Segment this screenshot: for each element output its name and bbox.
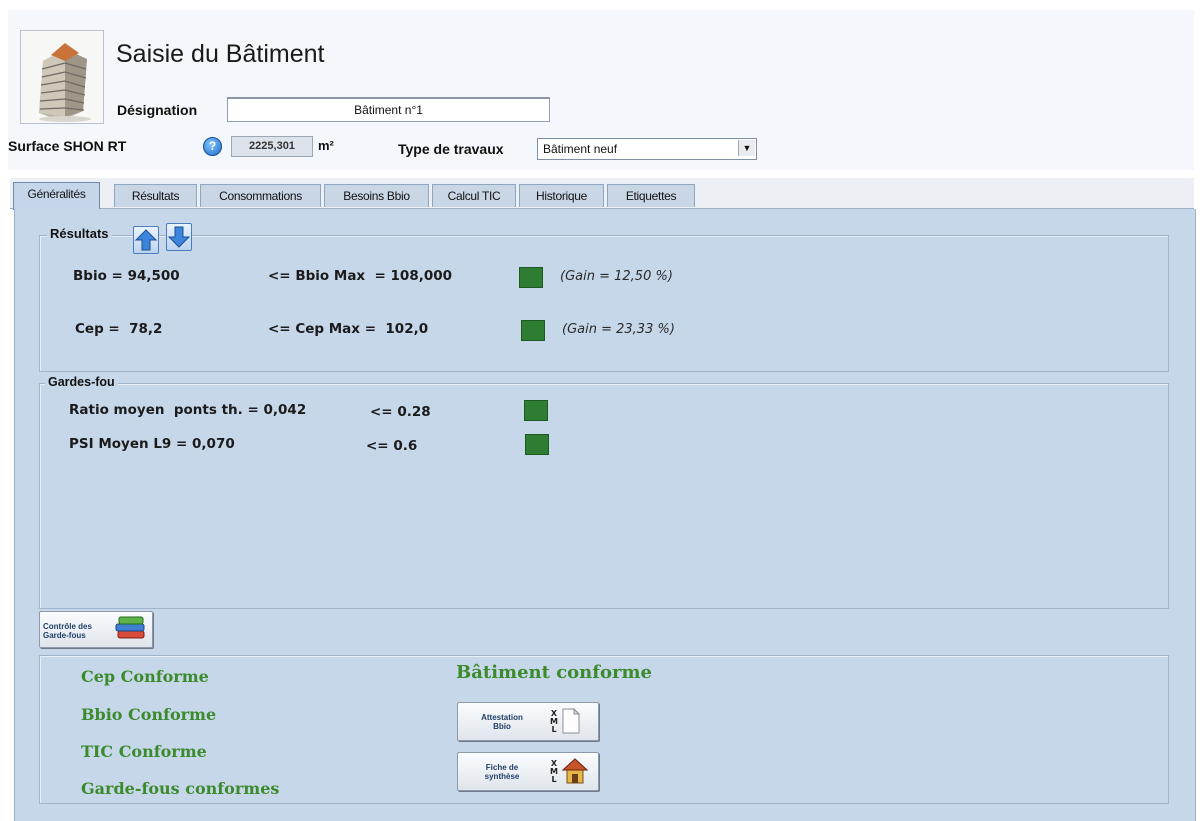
gardes-fous-conformes: Garde-fous conformes (81, 779, 280, 798)
xml-document-icon (562, 708, 581, 734)
controle-label-line2: Garde-fous (43, 631, 86, 640)
building-icon (20, 30, 104, 124)
fiche-label-line2: synthèse (484, 772, 520, 781)
batiment-conforme: Bâtiment conforme (456, 662, 652, 683)
surface-label: Surface SHON RT (8, 138, 127, 154)
fiche-synthese-button[interactable]: Fiche de synthèse X M L (457, 752, 599, 791)
xml-letter: L (551, 725, 557, 734)
help-icon[interactable]: ? (203, 137, 222, 156)
cep-conforme: Cep Conforme (81, 667, 209, 686)
cep-max: <= Cep Max = 102,0 (268, 321, 429, 337)
bbio-max: <= Bbio Max = 108,000 (268, 268, 453, 284)
controle-gardes-fous-button[interactable]: Contrôle des Garde-fous (39, 611, 153, 648)
tab-calcul-tic[interactable]: Calcul TIC (432, 184, 516, 207)
tab-besoins-bbio[interactable]: Besoins Bbio (324, 184, 429, 207)
ratio-ponts-limit: <= 0.28 (370, 404, 431, 420)
tab-etiquettes[interactable]: Etiquettes (607, 184, 695, 207)
cep-gain: (Gain = 23,33 %) (562, 322, 675, 337)
bbio-value: Bbio = 94,500 (73, 268, 180, 284)
type-travaux-select[interactable]: Bâtiment neuf ▼ (537, 138, 757, 160)
attestation-label-line1: Attestation (481, 713, 523, 722)
gardes-fou-title: Gardes-fou (45, 375, 118, 389)
cep-value: Cep = 78,2 (75, 321, 163, 337)
bbio-gain: (Gain = 12,50 %) (560, 269, 673, 284)
arrow-up-icon[interactable] (133, 226, 159, 254)
results-group (39, 235, 1169, 372)
tab-generalites[interactable]: Généralités (13, 182, 100, 210)
tab-resultats[interactable]: Résultats (114, 184, 197, 207)
bbio-status-indicator (519, 267, 543, 288)
house-icon (561, 758, 589, 784)
psi-moyen-value: PSI Moyen L9 = 0,070 (69, 436, 235, 452)
dropdown-arrow-icon[interactable]: ▼ (738, 140, 755, 156)
xml-letter: L (551, 775, 557, 784)
attestation-label-line2: Bbio (493, 722, 511, 731)
type-label: Type de travaux (398, 141, 504, 157)
tab-consommations[interactable]: Consommations (200, 184, 321, 207)
arrow-down-icon[interactable] (166, 223, 192, 251)
controle-label-line1: Contrôle des (43, 622, 92, 631)
tab-bar: Généralités Résultats Consommations Beso… (10, 178, 1194, 210)
ratio-ponts-value: Ratio moyen ponts th. = 0,042 (69, 402, 307, 418)
ratio-ponts-status (524, 400, 548, 421)
surface-field: 2225,301 (231, 136, 313, 157)
designation-field[interactable]: Bâtiment n°1 (227, 97, 550, 122)
fiche-label-line1: Fiche de (485, 763, 519, 772)
psi-moyen-status (525, 434, 549, 455)
books-icon (115, 616, 145, 639)
designation-label: Désignation (117, 102, 198, 118)
surface-unit: m² (318, 138, 334, 153)
type-travaux-value: Bâtiment neuf (543, 142, 618, 156)
bbio-conforme: Bbio Conforme (81, 705, 217, 724)
tab-historique[interactable]: Historique (519, 184, 604, 207)
tic-conforme: TIC Conforme (81, 742, 207, 761)
designation-value: Bâtiment n°1 (354, 103, 423, 117)
results-title: Résultats (47, 226, 112, 241)
page-title: Saisie du Bâtiment (116, 40, 325, 68)
psi-moyen-limit: <= 0.6 (366, 438, 418, 454)
attestation-bbio-button[interactable]: Attestation Bbio X M L (457, 702, 599, 741)
cep-status-indicator (521, 320, 545, 341)
